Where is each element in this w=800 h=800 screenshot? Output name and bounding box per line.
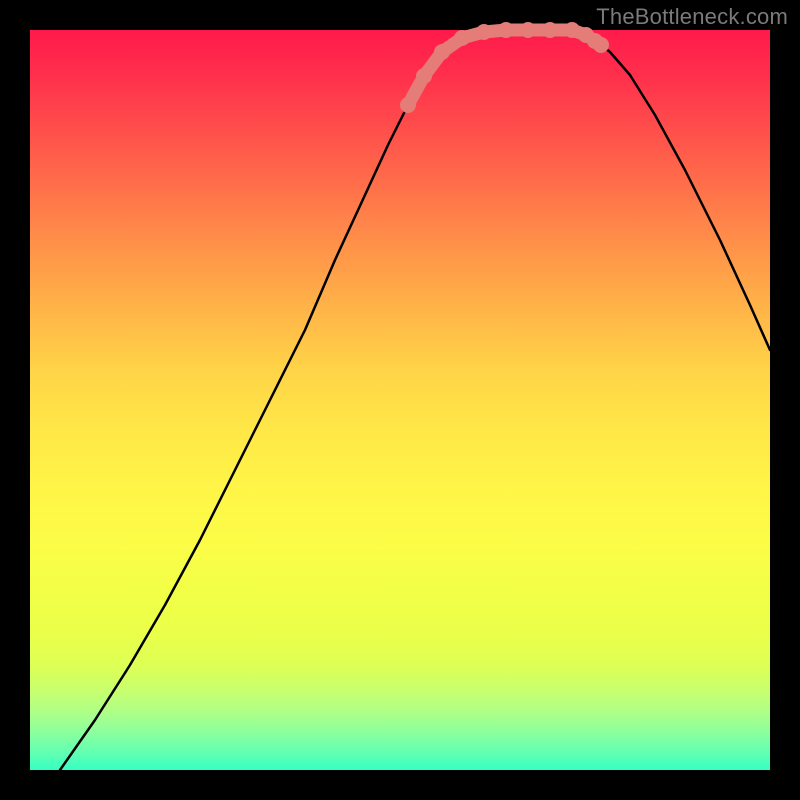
- chart-container: TheBottleneck.com: [0, 0, 800, 800]
- marker-dot: [454, 30, 470, 46]
- marker-dot: [434, 44, 450, 60]
- marker-dot: [593, 37, 609, 53]
- marker-dot: [498, 22, 514, 38]
- chart-svg: [0, 0, 800, 800]
- marker-dot: [542, 22, 558, 38]
- marker-dot: [520, 22, 536, 38]
- bottleneck-curve: [60, 30, 770, 770]
- marker-dot: [564, 22, 580, 38]
- series-layer: [60, 22, 770, 770]
- marker-dot: [416, 68, 432, 84]
- marker-dot: [476, 24, 492, 40]
- marker-stroke: [408, 30, 601, 105]
- marker-dot: [400, 97, 416, 113]
